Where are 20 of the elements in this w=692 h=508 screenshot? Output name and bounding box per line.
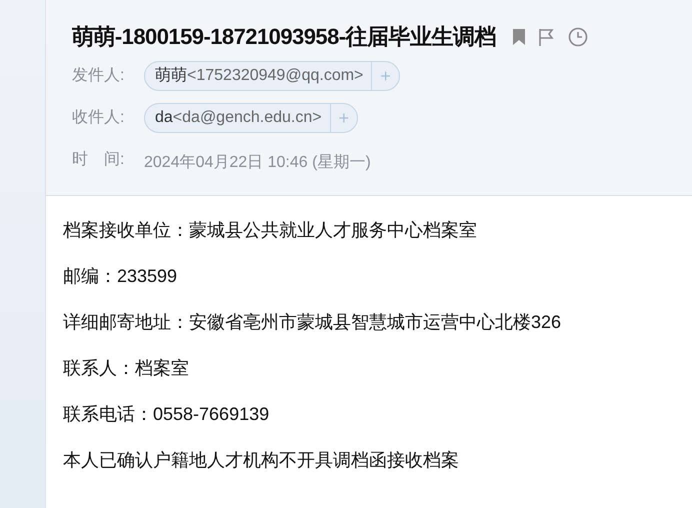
field-label: 收件人:	[72, 108, 126, 128]
body-line: 邮编：233599	[63, 265, 178, 288]
body-line: 联系电话：0558-7669139	[63, 403, 270, 426]
body-line: 详细邮寄地址：安徽省亳州市蒙城县智慧城市运营中心北楼326	[63, 311, 562, 334]
contact-address: <1752320949@qq.com>	[187, 66, 364, 86]
flag-icon[interactable]	[538, 28, 556, 46]
contact-name: da	[154, 108, 173, 128]
contact-chip[interactable]: da<da@gench.edu.cn> +	[144, 103, 358, 133]
date-text: 2024年04月22日 10:46 (星期一)	[144, 153, 371, 173]
bookmark-icon[interactable]	[512, 28, 526, 46]
body-line: 本人已确认户籍地人才机构不开具调档函接收档案	[63, 449, 460, 472]
field-label: 发件人:	[72, 66, 126, 86]
mail-subject: 萌萌-1800159-18721093958-往届毕业生调档	[72, 23, 496, 51]
body-line: 联系人：档案室	[63, 357, 190, 380]
body-line: 档案接收单位：蒙城县公共就业人才服务中心档案室	[63, 219, 478, 242]
contact-chip[interactable]: 萌萌<1752320949@qq.com> +	[144, 61, 400, 91]
contact-address: <da@gench.edu.cn>	[172, 108, 323, 128]
field-label: 时 间:	[72, 150, 126, 170]
clock-icon[interactable]	[568, 26, 588, 46]
contact-name: 萌萌	[154, 66, 187, 86]
